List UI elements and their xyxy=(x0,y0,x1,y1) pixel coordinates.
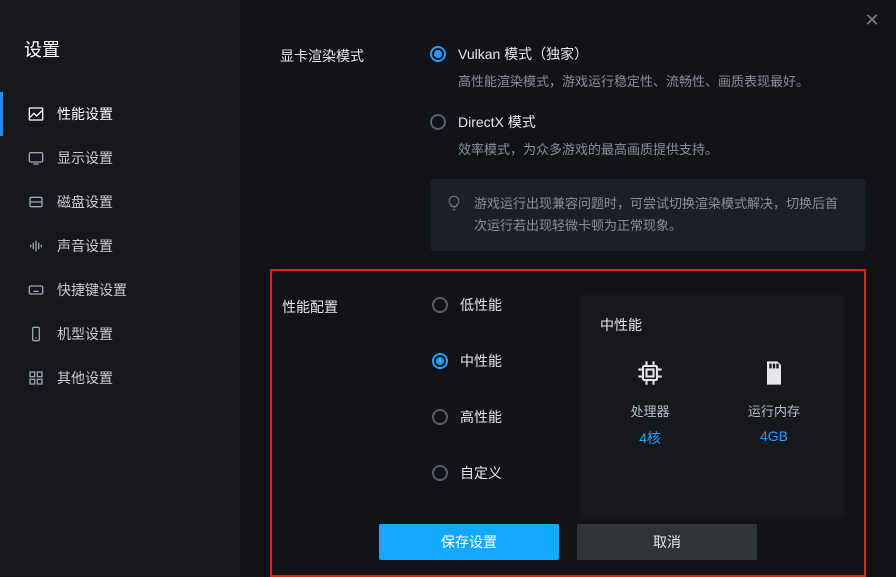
cpu-icon xyxy=(636,359,664,387)
perf-option-custom[interactable]: 自定义 xyxy=(432,463,572,491)
sidebar-item-other[interactable]: 其他设置 xyxy=(0,356,240,400)
disk-icon xyxy=(27,193,45,211)
sidebar-item-disk[interactable]: 磁盘设置 xyxy=(0,180,240,224)
radio-icon xyxy=(430,114,446,130)
perf-card-title: 中性能 xyxy=(600,315,824,335)
radio-icon xyxy=(432,297,448,313)
sidebar-item-sound[interactable]: 声音设置 xyxy=(0,224,240,268)
monitor-icon xyxy=(27,149,45,167)
sidebar-item-label: 显示设置 xyxy=(57,148,113,168)
sidebar-item-display[interactable]: 显示设置 xyxy=(0,136,240,180)
perf-stat-ram: 运行内存 4GB xyxy=(724,359,824,448)
perf-option-high[interactable]: 高性能 xyxy=(432,407,572,435)
sdcard-icon xyxy=(760,359,788,387)
radio-desc: 高性能渲染模式，游戏运行稳定性、流畅性、画质表现最好。 xyxy=(458,72,809,92)
radio-desc: 效率模式，为众多游戏的最高画质提供支持。 xyxy=(458,140,718,160)
render-mode-label: 显卡渲染模式 xyxy=(280,44,430,251)
stat-value: 4GB xyxy=(760,428,788,444)
sidebar-item-label: 磁盘设置 xyxy=(57,192,113,212)
phone-icon xyxy=(27,325,45,343)
sidebar-item-model[interactable]: 机型设置 xyxy=(0,312,240,356)
radio-title: 低性能 xyxy=(460,295,502,315)
radio-icon xyxy=(432,353,448,369)
render-tip: 游戏运行出现兼容问题时，可尝试切换渲染模式解决，切换后首次运行若出现轻微卡顿为正… xyxy=(430,179,866,251)
stat-label: 处理器 xyxy=(630,401,669,420)
render-option-vulkan[interactable]: Vulkan 模式（独家） 高性能渲染模式，游戏运行稳定性、流畅性、画质表现最好… xyxy=(430,44,866,104)
lightbulb-icon xyxy=(446,195,462,211)
perf-option-low[interactable]: 低性能 xyxy=(432,295,572,323)
radio-title: 中性能 xyxy=(460,351,502,371)
close-icon: ✕ xyxy=(864,10,879,31)
radio-title: 自定义 xyxy=(460,463,502,483)
performance-label: 性能配置 xyxy=(282,295,432,519)
tip-text: 游戏运行出现兼容问题时，可尝试切换渲染模式解决，切换后首次运行若出现轻微卡顿为正… xyxy=(474,193,850,237)
save-button[interactable]: 保存设置 xyxy=(379,524,559,560)
sidebar-item-label: 其他设置 xyxy=(57,368,113,388)
sidebar-item-label: 声音设置 xyxy=(57,236,113,256)
sidebar-item-label: 机型设置 xyxy=(57,324,113,344)
stat-value: 4核 xyxy=(639,428,661,448)
sound-icon xyxy=(27,237,45,255)
chart-icon xyxy=(27,105,45,123)
sidebar-item-label: 性能设置 xyxy=(57,104,113,124)
close-button[interactable]: ✕ xyxy=(860,8,884,32)
radio-icon xyxy=(432,409,448,425)
cancel-button[interactable]: 取消 xyxy=(577,524,757,560)
render-option-directx[interactable]: DirectX 模式 效率模式，为众多游戏的最高画质提供支持。 xyxy=(430,112,866,172)
grid-icon xyxy=(27,369,45,387)
keyboard-icon xyxy=(27,281,45,299)
sidebar-item-shortcut[interactable]: 快捷键设置 xyxy=(0,268,240,312)
perf-option-medium[interactable]: 中性能 xyxy=(432,351,572,379)
sidebar-nav: 性能设置 显示设置 磁盘设置 声音设置 快捷键设置 机型设置 其他设置 xyxy=(0,92,240,400)
radio-icon xyxy=(432,465,448,481)
sidebar-item-label: 快捷键设置 xyxy=(57,280,127,300)
perf-stat-cpu: 处理器 4核 xyxy=(600,359,700,448)
radio-title: Vulkan 模式（独家） xyxy=(458,44,809,64)
radio-icon xyxy=(430,46,446,62)
settings-title: 设置 xyxy=(0,0,240,92)
performance-card: 中性能 处理器 4核 运行内存 4GB xyxy=(580,295,844,519)
stat-label: 运行内存 xyxy=(748,401,800,420)
radio-title: DirectX 模式 xyxy=(458,112,718,132)
sidebar-item-performance[interactable]: 性能设置 xyxy=(0,92,240,136)
radio-title: 高性能 xyxy=(460,407,502,427)
